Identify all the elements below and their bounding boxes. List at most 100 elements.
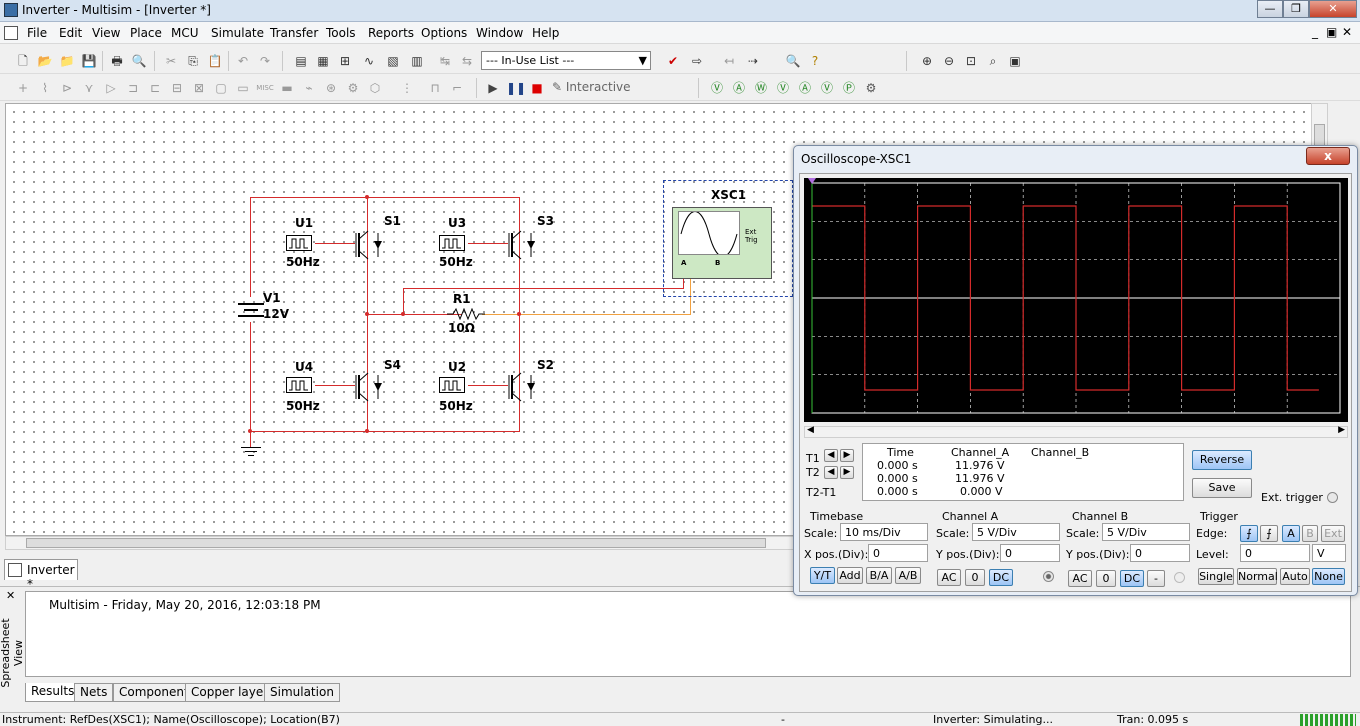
menu-simulate[interactable]: Simulate xyxy=(211,26,264,40)
design-toolbox-icon[interactable]: ▤ xyxy=(292,52,310,70)
place-power-icon[interactable]: ▭ xyxy=(234,79,252,97)
minimize-button[interactable]: — xyxy=(1257,0,1283,18)
app-icon[interactable] xyxy=(4,3,18,17)
place-bus-icon[interactable]: ⊓ xyxy=(426,79,444,97)
open-folder-icon[interactable]: 📂 xyxy=(36,52,54,70)
pulse-source-u3[interactable] xyxy=(439,235,465,251)
place-advanced-icon[interactable]: ▬ xyxy=(278,79,296,97)
zoom-fit-icon[interactable]: ⌕ xyxy=(984,52,1002,70)
spreadsheet-close-icon[interactable]: ✕ xyxy=(6,589,15,602)
place-electromech-icon[interactable]: ⊛ xyxy=(322,79,340,97)
reverse-button[interactable]: Reverse xyxy=(1192,450,1252,470)
place-analog-icon[interactable]: ▷ xyxy=(102,79,120,97)
probe-current-icon[interactable]: Ⓐ xyxy=(730,79,748,97)
igbt-s4-symbol[interactable] xyxy=(354,371,384,403)
channel-b-dc-button[interactable]: DC xyxy=(1120,570,1144,587)
pulse-source-u2[interactable] xyxy=(439,377,465,393)
canvas-hscroll[interactable] xyxy=(5,536,795,550)
channel-b-ac-button[interactable]: AC xyxy=(1068,570,1092,587)
channel-b-scale-field[interactable]: 5 V/Div xyxy=(1102,523,1190,541)
rising-edge-icon[interactable]: ⨍ xyxy=(1240,525,1258,542)
scroll-right-icon[interactable]: ▶ xyxy=(1338,425,1345,435)
pulse-source-u1[interactable] xyxy=(286,235,312,251)
trigger-level-field[interactable]: 0 xyxy=(1240,544,1310,562)
open-sample-icon[interactable]: 📁 xyxy=(58,52,76,70)
t2-right-arrow-icon[interactable]: ▶ xyxy=(840,466,854,479)
menu-reports[interactable]: Reports xyxy=(368,26,414,40)
battery-symbol[interactable] xyxy=(238,299,264,323)
menu-tools[interactable]: Tools xyxy=(326,26,356,40)
stop-icon[interactable]: ■ xyxy=(528,79,546,97)
erc-icon[interactable]: ✔ xyxy=(664,52,682,70)
doc-close-button[interactable]: ✕ xyxy=(1342,25,1352,39)
t1-right-arrow-icon[interactable]: ▶ xyxy=(840,449,854,462)
menu-transfer[interactable]: Transfer xyxy=(270,26,318,40)
tab-nets[interactable]: Nets xyxy=(74,683,114,702)
oscilloscope-close-button[interactable]: x xyxy=(1306,147,1350,165)
menu-mcu[interactable]: MCU xyxy=(171,26,199,40)
zoom-out-icon[interactable]: ⊖ xyxy=(940,52,958,70)
backannotate-icon[interactable]: ↹ xyxy=(436,52,454,70)
display-hscroll[interactable]: ◀ ▶ xyxy=(804,425,1348,438)
copy-icon[interactable]: ⎘ xyxy=(184,52,202,70)
place-ttl-icon[interactable]: ⊐ xyxy=(124,79,142,97)
probe-diff-icon[interactable]: Ⓥ xyxy=(774,79,792,97)
menu-help[interactable]: Help xyxy=(532,26,559,40)
in-use-list-dropdown[interactable]: --- In-Use List --- ▼ xyxy=(481,51,651,70)
back-icon[interactable]: ↤ xyxy=(720,52,738,70)
menu-options[interactable]: Options xyxy=(421,26,467,40)
save-button[interactable]: Save xyxy=(1192,478,1252,498)
ext-trigger-terminal-icon[interactable] xyxy=(1327,492,1338,503)
channel-a-scale-field[interactable]: 5 V/Div xyxy=(972,523,1060,541)
close-window-button[interactable]: ✕ xyxy=(1309,0,1357,18)
timebase-scale-field[interactable]: 10 ms/Div xyxy=(840,523,928,541)
probe-reference-icon[interactable]: Ⓐ xyxy=(796,79,814,97)
trigger-level-unit[interactable]: V xyxy=(1312,544,1346,562)
help-icon[interactable]: ? xyxy=(806,52,824,70)
scope-display[interactable] xyxy=(804,178,1348,422)
channel-a-ac-button[interactable]: AC xyxy=(937,569,961,586)
channel-b-zero-button[interactable]: 0 xyxy=(1096,570,1116,587)
igbt-s3-symbol[interactable] xyxy=(507,229,537,261)
trigger-source-b-button[interactable]: B xyxy=(1302,525,1318,542)
maximize-button[interactable]: ❐ xyxy=(1283,0,1309,18)
mode-add-button[interactable]: Add xyxy=(837,567,863,584)
interactive-button[interactable]: ✎ Interactive xyxy=(552,80,631,94)
grapher-icon[interactable]: ∿ xyxy=(360,52,378,70)
place-rf-icon[interactable]: ⌁ xyxy=(300,79,318,97)
zoom-area-icon[interactable]: ⊡ xyxy=(962,52,980,70)
place-cmos-icon[interactable]: ⊏ xyxy=(146,79,164,97)
transfer-icon[interactable]: ⇨ xyxy=(688,52,706,70)
paste-icon[interactable]: 📋 xyxy=(206,52,224,70)
doc-icon[interactable] xyxy=(4,26,18,40)
mode-ba-button[interactable]: B/A xyxy=(866,567,892,584)
timebase-xpos-field[interactable]: 0 xyxy=(868,544,928,562)
menu-place[interactable]: Place xyxy=(130,26,162,40)
undo-icon[interactable]: ↶ xyxy=(234,52,252,70)
place-basic-icon[interactable]: ⌇ xyxy=(36,79,54,97)
trigger-normal-button[interactable]: Normal xyxy=(1237,568,1278,585)
probe-voltage-icon[interactable]: Ⓥ xyxy=(708,79,726,97)
spreadsheet-icon[interactable]: ▦ xyxy=(314,52,332,70)
place-transistor-icon[interactable]: ⋎ xyxy=(80,79,98,97)
doc-restore-button[interactable]: ▣ xyxy=(1326,25,1337,39)
probe-settings-icon[interactable]: ⚙ xyxy=(862,79,880,97)
probe-digital-icon[interactable]: Ⓥ xyxy=(818,79,836,97)
scroll-left-icon[interactable]: ◀ xyxy=(807,425,814,435)
redo-icon[interactable]: ↷ xyxy=(256,52,274,70)
place-hierarchical-icon[interactable]: ⋮ xyxy=(398,79,416,97)
run-icon[interactable]: ▶ xyxy=(484,79,502,97)
place-misc-icon[interactable]: MISC xyxy=(256,79,274,97)
document-tab[interactable]: Inverter * xyxy=(4,559,78,591)
igbt-s1-symbol[interactable] xyxy=(354,229,384,261)
print-icon[interactable]: 🖶 xyxy=(108,52,126,70)
doc-minimize-button[interactable]: _ xyxy=(1312,25,1318,39)
database-icon[interactable]: ⊞ xyxy=(336,52,354,70)
save-icon[interactable]: 💾 xyxy=(80,52,98,70)
pulse-source-u4[interactable] xyxy=(286,377,312,393)
mode-yt-button[interactable]: Y/T xyxy=(810,567,835,584)
resistor-symbol[interactable] xyxy=(447,308,485,320)
cut-icon[interactable]: ✂ xyxy=(162,52,180,70)
probe-transfer-icon[interactable]: Ⓟ xyxy=(840,79,858,97)
place-source-icon[interactable]: + xyxy=(14,79,32,97)
